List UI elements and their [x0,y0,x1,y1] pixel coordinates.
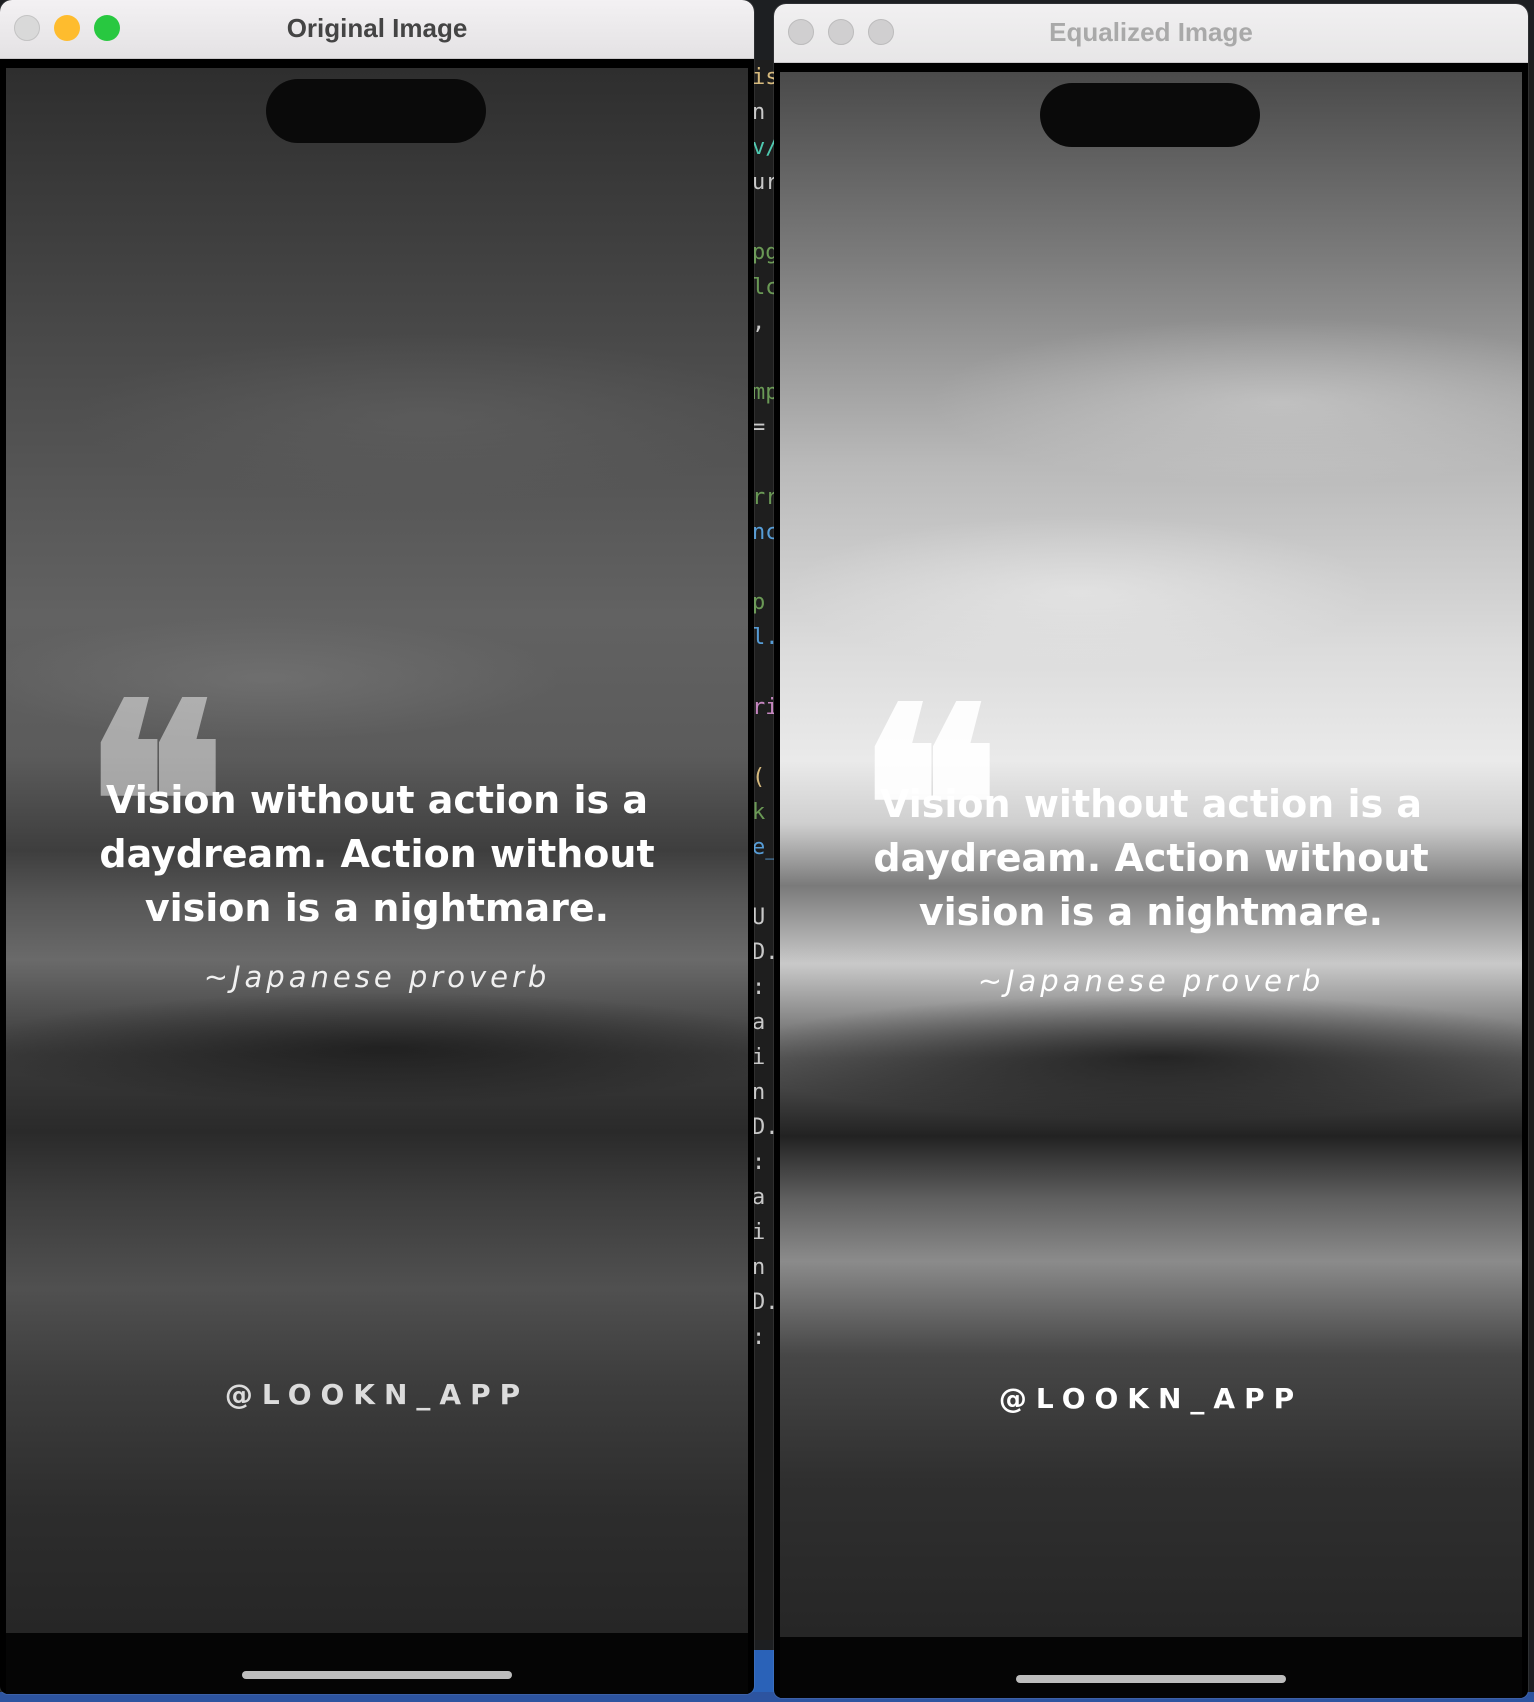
app-handle: @LOOKN_APP [224,1378,530,1411]
quote-text: Vision without action is a daydream. Act… [873,782,1429,934]
phone-screenshot-image: ❝ Vision without action is a daydream. A… [6,68,748,1633]
quote-attribution: ~Japanese proverb [977,964,1325,998]
original-image-window[interactable]: Original Image ❝ Vision without action i… [0,0,754,1694]
home-indicator [1016,1675,1286,1683]
window-title: Equalized Image [1049,17,1253,47]
phone-screenshot-image: ❝ Vision without action is a daydream. A… [780,72,1522,1637]
equalized-image-window[interactable]: Equalized Image ❝ Vision without action … [774,4,1528,1698]
quote-attribution: ~Japanese proverb [203,960,551,994]
window-titlebar[interactable]: Original Image [0,0,754,59]
background-editor-edge [1527,60,1534,1640]
dynamic-island [1040,83,1260,147]
phone-home-area [6,1633,748,1694]
window-title: Original Image [286,13,468,43]
window-titlebar[interactable]: Equalized Image [774,4,1528,63]
home-indicator [242,1671,512,1679]
app-handle: @LOOKN_APP [998,1382,1304,1415]
quote-text: Vision without action is a daydream. Act… [99,778,655,930]
phone-home-area [780,1637,1522,1698]
dynamic-island [266,79,486,143]
